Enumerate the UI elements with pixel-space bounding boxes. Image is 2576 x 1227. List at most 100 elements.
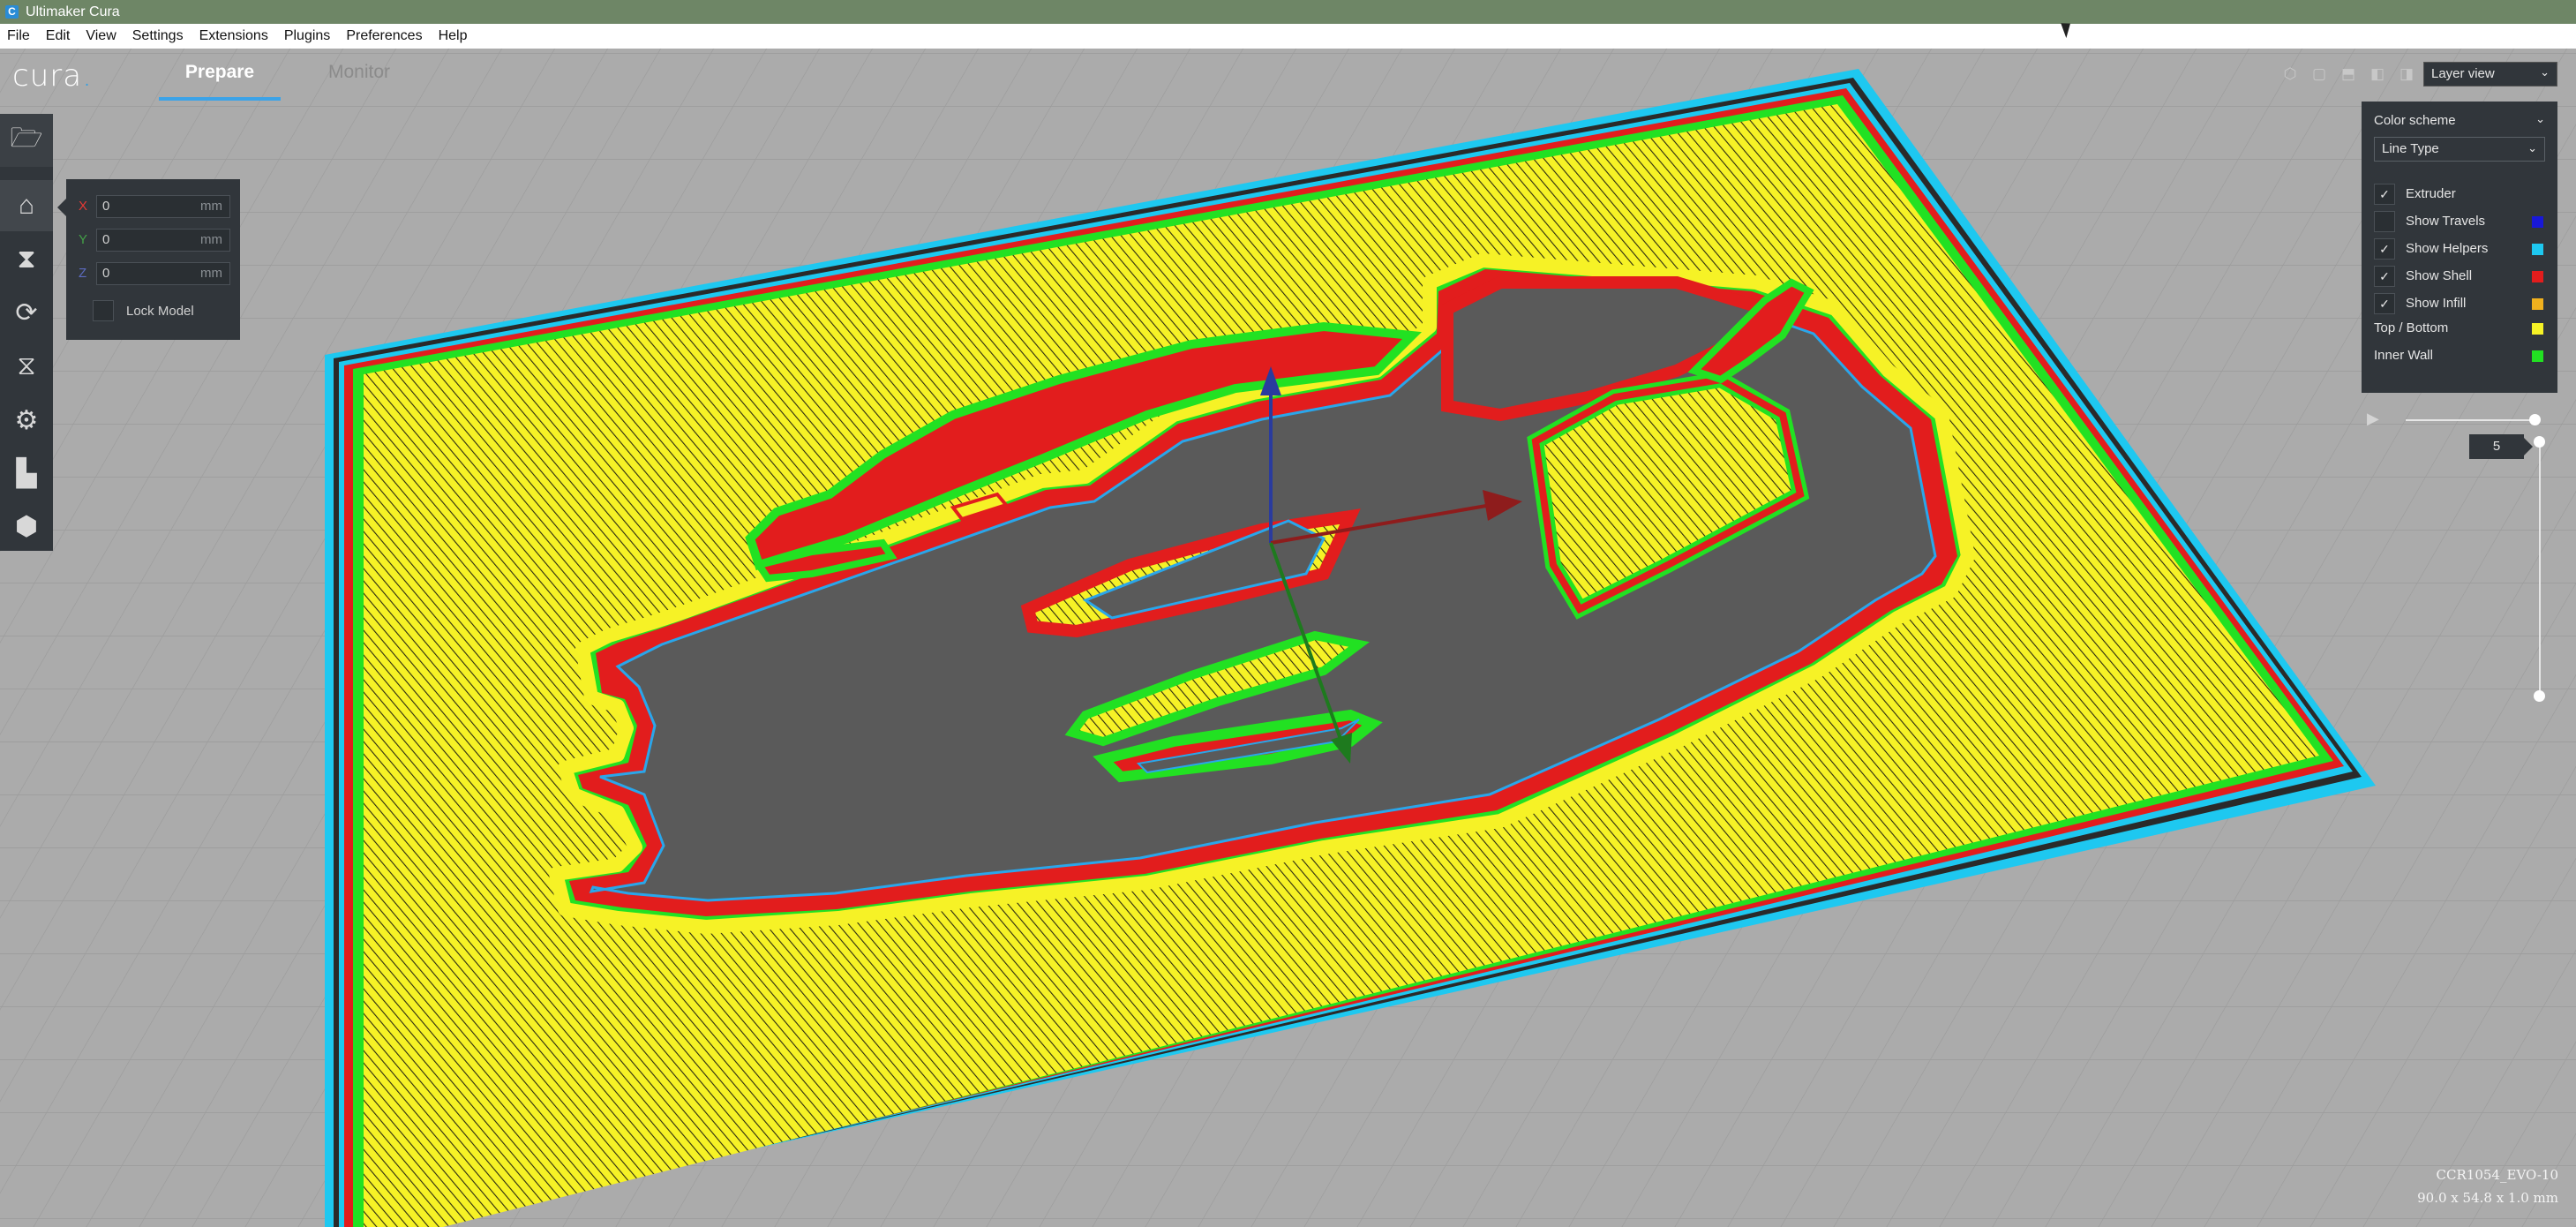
top-bottom-label: Top / Bottom xyxy=(2374,320,2449,335)
legend-inner-wall: Inner Wall xyxy=(2374,344,2547,367)
z-input[interactable]: 0 mm xyxy=(96,262,230,285)
support-blocker-button[interactable]: ▙ xyxy=(0,448,53,499)
path-slider-handle[interactable] xyxy=(2529,414,2541,425)
toggle-show-infill[interactable]: ✓ Show Infill xyxy=(2374,292,2547,315)
x-axis-label: X xyxy=(79,199,88,214)
show-helpers-label: Show Helpers xyxy=(2406,241,2489,256)
x-input[interactable]: 0 mm xyxy=(96,195,230,218)
menu-help[interactable]: Help xyxy=(431,28,476,44)
y-input[interactable]: 0 mm xyxy=(96,229,230,252)
move-tool-button[interactable]: ⌂ xyxy=(0,180,53,231)
menu-view[interactable]: View xyxy=(78,28,124,44)
menu-plugins[interactable]: Plugins xyxy=(276,28,338,44)
window-title: Ultimaker Cura xyxy=(26,4,120,19)
y-axis-label: Y xyxy=(79,232,88,247)
layer-box-pointer xyxy=(2524,438,2533,455)
z-axis-label: Z xyxy=(79,266,87,281)
helpers-color-swatch xyxy=(2532,244,2543,255)
3d-view-icon[interactable]: ⬡ xyxy=(2279,65,2301,83)
show-shell-label: Show Shell xyxy=(2406,268,2473,283)
layer-slider: ▶ 5 xyxy=(2363,410,2575,710)
layer-number-box[interactable]: 5 xyxy=(2469,434,2533,459)
object-name: CCR1054_EVO-10 xyxy=(2436,1167,2558,1183)
color-scheme-header: Color scheme xyxy=(2374,113,2456,128)
mirror-tool-button[interactable]: ⧖ xyxy=(0,341,53,392)
3d-viewport[interactable] xyxy=(0,49,2576,1227)
x-row: X 0 mm xyxy=(79,195,230,218)
toggle-show-shell[interactable]: ✓ Show Shell xyxy=(2374,265,2547,288)
show-infill-label: Show Infill xyxy=(2406,296,2467,311)
current-layer-value: 5 xyxy=(2492,439,2501,454)
show-travels-label: Show Travels xyxy=(2406,214,2486,229)
x-value: 0 xyxy=(102,199,110,214)
toggle-show-helpers[interactable]: ✓ Show Helpers xyxy=(2374,237,2547,260)
layer-lower-handle[interactable] xyxy=(2534,690,2545,702)
rotate-tool-icon: ⟳ xyxy=(15,297,38,327)
menu-bar: File Edit View Settings Extensions Plugi… xyxy=(0,24,2576,49)
inner-wall-label: Inner Wall xyxy=(2374,348,2433,363)
print-icon: ⬢ xyxy=(14,511,39,541)
lock-model-toggle[interactable]: Lock Model xyxy=(93,300,194,321)
front-view-icon[interactable]: ▢ xyxy=(2309,65,2330,83)
color-scheme-panel: Color scheme ⌄ Line Type ⌄ ✓ Extruder Sh… xyxy=(2362,102,2557,393)
cura-logo: cura. xyxy=(12,58,93,94)
view-mode-select[interactable]: Layer view ⌄ xyxy=(2423,62,2557,87)
move-tool-icon: ⌂ xyxy=(18,191,35,220)
logo-dot: . xyxy=(82,58,93,94)
top-bottom-color-swatch xyxy=(2532,323,2543,335)
move-tool-panel: X 0 mm Y 0 mm Z 0 mm Lock Model xyxy=(57,179,240,340)
toggle-show-travels[interactable]: Show Travels xyxy=(2374,210,2547,233)
object-info: CCR1054_EVO-10 90.0 x 54.8 x 1.0 mm xyxy=(2417,1163,2558,1209)
chevron-down-icon: ⌄ xyxy=(2540,65,2550,79)
menu-file[interactable]: File xyxy=(0,28,38,44)
right-view-icon[interactable]: ◨ xyxy=(2396,65,2417,83)
z-row: Z 0 mm xyxy=(79,262,230,285)
lock-model-label: Lock Model xyxy=(126,303,194,319)
collapse-chevron-icon[interactable]: ⌄ xyxy=(2535,112,2545,126)
logo-text: cura xyxy=(12,58,83,94)
menu-extensions[interactable]: Extensions xyxy=(192,28,276,44)
layer-upper-handle[interactable] xyxy=(2534,436,2545,448)
toggle-extruder[interactable]: ✓ Extruder xyxy=(2374,183,2547,206)
inner-wall-color-swatch xyxy=(2532,350,2543,362)
scale-tool-button[interactable]: ⧗ xyxy=(0,234,53,285)
extruder-label: Extruder xyxy=(2406,186,2456,201)
tab-prepare[interactable]: Prepare xyxy=(159,62,281,101)
support-blocker-icon: ▙ xyxy=(16,458,37,488)
play-icon[interactable]: ▶ xyxy=(2367,410,2379,428)
per-model-settings-icon: ⚙ xyxy=(14,405,39,435)
show-helpers-checkbox[interactable]: ✓ xyxy=(2374,238,2395,260)
tool-sidebar: 🗁 ⌂ ⧗ ⟳ ⧖ ⚙ ▙ ⬢ xyxy=(0,114,53,551)
y-row: Y 0 mm xyxy=(79,229,230,252)
folder-icon: 🗁 xyxy=(10,123,43,153)
scale-tool-icon: ⧗ xyxy=(17,245,36,274)
window-titlebar: C Ultimaker Cura xyxy=(0,0,2576,24)
menu-edit[interactable]: Edit xyxy=(38,28,79,44)
menu-preferences[interactable]: Preferences xyxy=(338,28,430,44)
object-dimensions: 90.0 x 54.8 x 1.0 mm xyxy=(2417,1190,2558,1206)
show-shell-checkbox[interactable]: ✓ xyxy=(2374,266,2395,287)
panel-pointer xyxy=(57,199,66,216)
y-value: 0 xyxy=(102,232,110,247)
travels-color-swatch xyxy=(2532,216,2543,228)
mirror-tool-icon: ⧖ xyxy=(17,351,36,380)
color-scheme-select[interactable]: Line Type ⌄ xyxy=(2374,137,2545,162)
lock-model-checkbox[interactable] xyxy=(93,300,114,321)
left-view-icon[interactable]: ◧ xyxy=(2367,65,2388,83)
path-slider-track[interactable] xyxy=(2406,419,2538,421)
view-mode-value: Layer view xyxy=(2431,66,2495,81)
z-value: 0 xyxy=(102,266,110,281)
tab-monitor[interactable]: Monitor xyxy=(328,62,390,97)
extruder-checkbox[interactable]: ✓ xyxy=(2374,184,2395,205)
print-button[interactable]: ⬢ xyxy=(0,501,53,552)
show-infill-checkbox[interactable]: ✓ xyxy=(2374,293,2395,314)
color-scheme-value: Line Type xyxy=(2382,141,2439,156)
show-travels-checkbox[interactable] xyxy=(2374,211,2395,232)
infill-color-swatch xyxy=(2532,298,2543,310)
rotate-tool-button[interactable]: ⟳ xyxy=(0,287,53,338)
top-view-icon[interactable]: ⬒ xyxy=(2338,65,2359,83)
per-model-settings-button[interactable]: ⚙ xyxy=(0,395,53,446)
menu-settings[interactable]: Settings xyxy=(124,28,192,44)
layer-slider-track[interactable] xyxy=(2539,443,2541,699)
open-file-button[interactable]: 🗁 xyxy=(0,114,53,167)
